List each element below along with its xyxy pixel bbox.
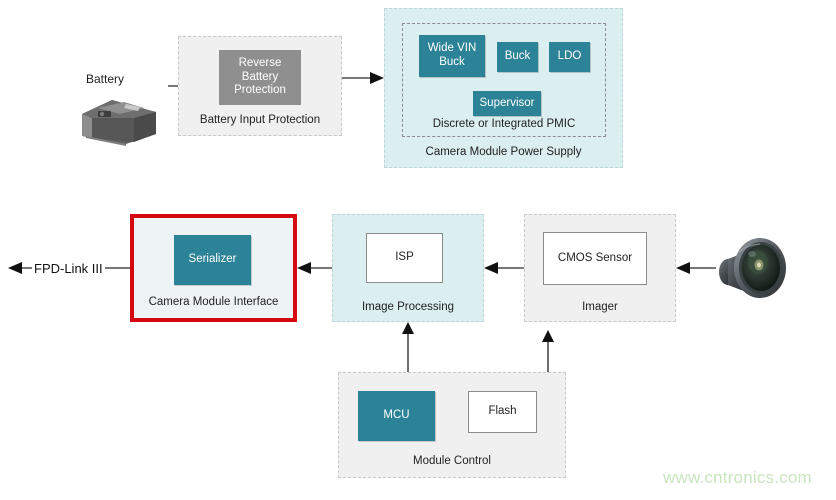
connector-lens-to-imager <box>676 262 716 274</box>
connector-module-control-to-imager <box>542 330 554 378</box>
block-ldo[interactable]: LDO <box>549 42 590 72</box>
group-label-imager: Imager <box>582 301 618 314</box>
block-mcu[interactable]: MCU <box>358 391 435 441</box>
block-supervisor[interactable]: Supervisor <box>473 91 541 116</box>
group-label-image-processing: Image Processing <box>361 301 455 314</box>
battery-source-label: Battery <box>86 72 125 86</box>
group-label-camera-module-interface: Camera Module Interface <box>148 296 279 309</box>
block-wide-vin-buck[interactable]: Wide VIN Buck <box>419 35 485 77</box>
group-label-battery-input-protection: Battery Input Protection <box>199 114 321 127</box>
group-label-discrete-or-integrated-pmic: Discrete or Integrated PMIC <box>432 118 576 131</box>
connector-protection-to-power-supply <box>342 72 384 84</box>
block-isp[interactable]: ISP <box>366 233 443 283</box>
group-label-module-control: Module Control <box>413 455 491 468</box>
camera-lens-icon <box>714 232 790 302</box>
connector-isp-to-serializer <box>297 262 333 274</box>
connector-cmos-to-isp <box>484 262 524 274</box>
connector-module-control-to-image-processing <box>402 322 414 378</box>
block-cmos-sensor[interactable]: CMOS Sensor <box>543 232 647 285</box>
car-battery-icon <box>68 92 164 148</box>
block-flash[interactable]: Flash <box>468 391 537 433</box>
block-buck[interactable]: Buck <box>497 42 538 72</box>
watermark-text: www.cntronics.com <box>663 468 812 487</box>
block-serializer[interactable]: Serializer <box>174 235 251 285</box>
fpd-link-label: FPD-Link III <box>32 261 105 276</box>
group-label-camera-module-power-supply: Camera Module Power Supply <box>425 146 582 159</box>
diagram-canvas: Battery Battery Input Protection Reverse… <box>0 0 836 500</box>
block-reverse-battery-protection[interactable]: Reverse Battery Protection <box>219 50 301 105</box>
